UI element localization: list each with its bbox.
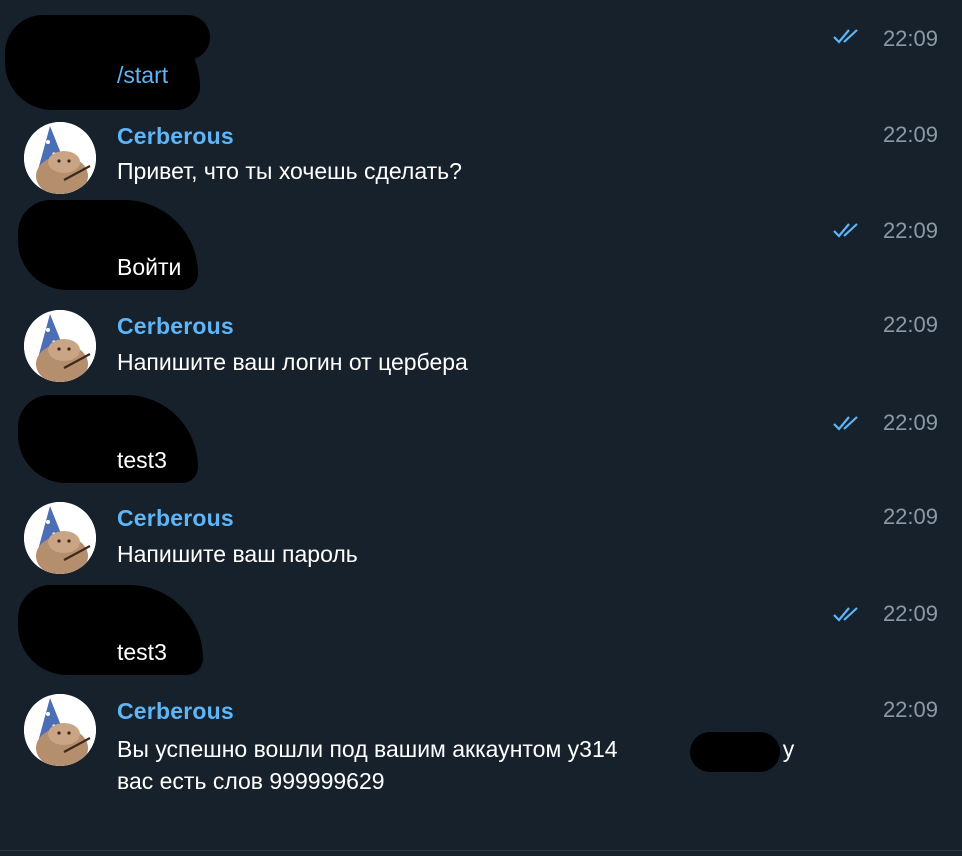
message-text: Напишите ваш логин от цербера <box>117 349 468 375</box>
message-time: 22:09 <box>882 410 938 435</box>
bot-avatar[interactable] <box>24 694 96 766</box>
message-time: 22:09 <box>882 312 938 337</box>
message-outgoing: /start 22:09 <box>0 0 962 110</box>
message-time: 22:09 <box>882 504 938 529</box>
sender-name[interactable]: Cerberous <box>117 313 234 340</box>
message-time: 22:09 <box>882 697 938 722</box>
message-text: Привет, что ты хочешь сделать? <box>117 158 462 184</box>
chat-history[interactable]: /start 22:09 Cerberous Привет, что ты хо… <box>0 0 962 856</box>
double-check-icon <box>833 29 858 44</box>
wizard-cat-avatar-icon <box>24 502 96 574</box>
sender-name[interactable]: Cerberous <box>117 123 234 150</box>
message-incoming: Cerberous Вы успешно вошли под вашим акк… <box>0 688 962 808</box>
message-incoming: Cerberous Напишите ваш логин от цербера … <box>0 302 962 394</box>
sender-name[interactable]: Cerberous <box>117 698 234 725</box>
bot-avatar[interactable] <box>24 310 96 382</box>
bot-avatar[interactable] <box>24 122 96 194</box>
message-text[interactable]: /start <box>117 58 817 92</box>
message-time: 22:09 <box>882 601 938 626</box>
bot-avatar[interactable] <box>24 502 96 574</box>
message-time: 22:09 <box>882 218 938 243</box>
message-outgoing: test3 22:09 <box>0 395 962 495</box>
message-text: test3 <box>117 639 167 665</box>
message-text: Войти <box>117 254 182 280</box>
message-time: 22:09 <box>882 122 938 147</box>
message-time: 22:09 <box>882 26 938 51</box>
wizard-cat-avatar-icon <box>24 694 96 766</box>
divider <box>0 850 962 851</box>
double-check-icon <box>833 223 858 238</box>
message-outgoing: Войти 22:09 <box>0 200 962 300</box>
message-outgoing: test3 22:09 <box>0 585 962 685</box>
message-text-line1: Вы успешно вошли под вашим аккаунтом у31… <box>117 736 618 762</box>
sender-name[interactable]: Cerberous <box>117 505 234 532</box>
message-incoming: Cerberous Напишите ваш пароль 22:09 <box>0 495 962 587</box>
message-text-line2: вас есть слов 999999629 <box>117 768 385 794</box>
redacted-name <box>100 15 210 60</box>
wizard-cat-avatar-icon <box>24 310 96 382</box>
double-check-icon <box>833 607 858 622</box>
message-text: Напишите ваш пароль <box>117 541 358 567</box>
double-check-icon <box>833 416 858 431</box>
wizard-cat-avatar-icon <box>24 122 96 194</box>
message-incoming: Cerberous Привет, что ты хочешь сделать?… <box>0 110 962 200</box>
message-text: test3 <box>117 447 167 473</box>
